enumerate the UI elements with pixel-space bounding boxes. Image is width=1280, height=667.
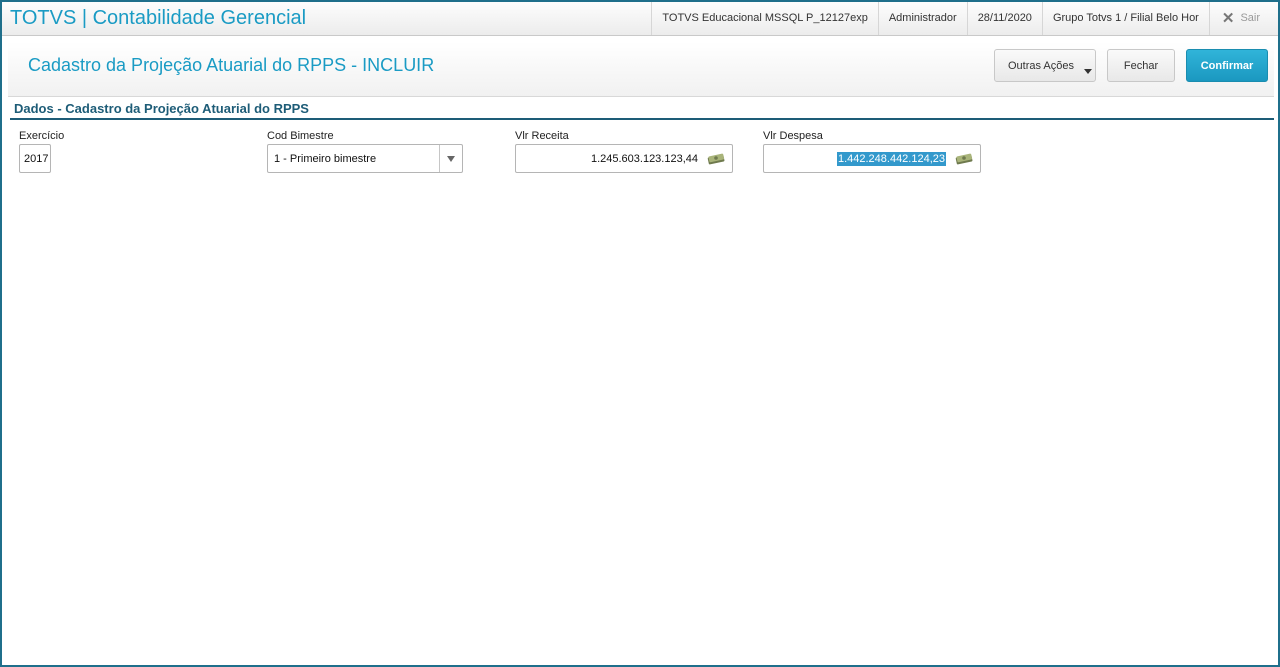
vlr-despesa-label: Vlr Despesa [763, 130, 823, 142]
app-title: TOTVS | Contabilidade Gerencial [10, 7, 307, 29]
close-icon: ✕ [1221, 10, 1235, 27]
page-header: Cadastro da Projeção Atuarial do RPPS - … [8, 42, 1274, 97]
exercicio-field[interactable]: 2017 [19, 144, 51, 173]
vlr-receita-field[interactable]: 1.245.603.123.123,44 [515, 144, 733, 173]
money-icon [707, 153, 725, 165]
date-label: 28/11/2020 [966, 2, 1042, 35]
vlr-despesa-value: 1.442.248.442.124,23 [836, 152, 946, 166]
chevron-down-icon[interactable] [439, 145, 462, 172]
section-divider [10, 118, 1274, 120]
close-button[interactable]: Fechar [1107, 49, 1175, 82]
exercicio-value: 2017 [24, 153, 49, 165]
environment-label: TOTVS Educacional MSSQL P_12127exp [651, 2, 877, 35]
other-actions-button[interactable]: Outras Ações [994, 49, 1096, 82]
chevron-down-icon [1084, 69, 1092, 74]
page-title: Cadastro da Projeção Atuarial do RPPS - … [28, 55, 435, 75]
cod-bimestre-label: Cod Bimestre [267, 130, 334, 142]
top-bar-info: TOTVS Educacional MSSQL P_12127exp Admin… [651, 2, 1278, 35]
money-icon [955, 153, 973, 165]
vlr-despesa-field[interactable]: 1.442.248.442.124,23 [763, 144, 981, 173]
top-bar: TOTVS | Contabilidade Gerencial TOTVS Ed… [2, 2, 1278, 36]
cod-bimestre-value: 1 - Primeiro bimestre [274, 153, 377, 165]
company-label: Grupo Totvs 1 / Filial Belo Hor [1041, 2, 1209, 35]
vlr-receita-value: 1.245.603.123.123,44 [590, 153, 698, 165]
vlr-receita-label: Vlr Receita [515, 130, 569, 142]
cod-bimestre-select[interactable]: 1 - Primeiro bimestre [267, 144, 463, 173]
other-actions-label: Outras Ações [1007, 59, 1075, 72]
exit-button[interactable]: ✕ Sair [1208, 2, 1278, 35]
section-title: Dados - Cadastro da Projeção Atuarial do… [14, 101, 309, 116]
confirm-button[interactable]: Confirmar [1186, 49, 1268, 82]
user-label: Administrador [877, 2, 967, 35]
exercicio-label: Exercício [19, 130, 65, 142]
exit-label: Sair [1240, 12, 1260, 24]
app-window: TOTVS | Contabilidade Gerencial TOTVS Ed… [0, 0, 1280, 667]
